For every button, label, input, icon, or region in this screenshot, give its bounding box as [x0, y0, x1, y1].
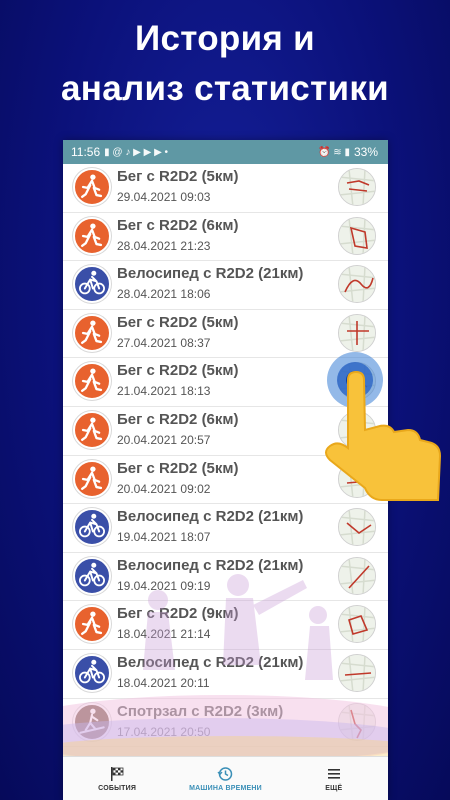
route-map-thumbnail[interactable] [338, 168, 376, 206]
activity-title: Велосипед с R2D2 (21км) [117, 508, 304, 526]
list-item[interactable]: Велосипед с R2D2 (21км) 19.04.2021 18:07 [63, 504, 388, 553]
status-time: 11:56 [71, 145, 101, 159]
running-icon [73, 168, 111, 206]
cycling-icon [73, 508, 111, 547]
status-bar: 11:56 ▮ @ ♪ ▶ ▶ ▶ • ⏰ ≋ ▮ 33% [63, 140, 388, 164]
running-icon [73, 362, 111, 401]
activity-title: Велосипед с R2D2 (21км) [117, 556, 304, 574]
running-icon [73, 216, 111, 255]
route-map-thumbnail[interactable] [338, 605, 376, 644]
promo-headline: История и анализ статистики [0, 14, 450, 114]
activity-title: Бег с R2D2 (9км) [117, 605, 239, 623]
list-item[interactable]: Бег с R2D2 (5км) 29.04.2021 09:03 [63, 164, 388, 213]
list-item[interactable]: Спотрзал с R2D2 (3км) 17.04.2021 20:50 [63, 699, 388, 748]
activity-title: Спотрзал с R2D2 (3км) [117, 702, 284, 720]
tab-time-machine[interactable]: МАШИНА ВРЕМЕНИ [175, 766, 275, 792]
activity-title: Бег с R2D2 (6км) [117, 216, 239, 234]
list-item[interactable]: Велосипед с R2D2 (21км) 28.04.2021 18:06 [63, 261, 388, 310]
activity-date: 21.04.2021 18:13 [117, 384, 211, 399]
list-item[interactable]: Бег с R2D2 (9км) 18.04.2021 21:14 [63, 601, 388, 650]
running-icon [73, 605, 111, 644]
route-map-thumbnail[interactable] [338, 313, 376, 352]
system-icons: ⏰ ≋ ▮ [318, 146, 350, 158]
activity-date: 18.04.2021 21:14 [117, 627, 211, 642]
running-icon [73, 459, 111, 498]
cycling-icon [73, 265, 111, 304]
activity-date: 18.04.2021 20:11 [117, 675, 210, 690]
activity-date: 19.04.2021 18:07 [117, 530, 211, 545]
list-item[interactable]: Бег с R2D2 (6км) 28.04.2021 21:23 [63, 213, 388, 262]
activity-date: 27.04.2021 08:37 [117, 335, 211, 350]
list-item[interactable]: Велосипед с R2D2 (21км) 19.04.2021 09:19 [63, 553, 388, 602]
list-item[interactable]: Велосипед с R2D2 (21км) 18.04.2021 20:11 [63, 650, 388, 699]
tab-time-machine-label: МАШИНА ВРЕМЕНИ [189, 784, 262, 792]
headline-line-1: История и [135, 19, 315, 58]
route-map-thumbnail[interactable] [338, 653, 376, 692]
route-map-thumbnail[interactable] [338, 702, 376, 741]
activity-title: Велосипед с R2D2 (21км) [117, 653, 304, 671]
activity-date: 20.04.2021 20:57 [117, 432, 211, 447]
route-map-thumbnail[interactable] [338, 216, 376, 255]
headline-line-2: анализ статистики [61, 69, 389, 108]
checkered-flag-icon [111, 766, 124, 781]
running-icon [73, 313, 111, 352]
tab-events[interactable]: СОБЫТИЯ [67, 766, 167, 792]
running-icon [73, 410, 111, 449]
tab-more[interactable]: ЕЩЁ [284, 766, 384, 792]
activity-title: Бег с R2D2 (5км) [117, 168, 239, 185]
activity-date: 28.04.2021 18:06 [117, 287, 211, 302]
tap-hand-illustration [325, 352, 442, 501]
activity-title: Велосипед с R2D2 (21км) [117, 265, 304, 283]
cycling-icon [73, 653, 111, 692]
activity-title: Бег с R2D2 (5км) [117, 362, 239, 380]
route-map-thumbnail[interactable] [338, 265, 376, 304]
activity-date: 28.04.2021 21:23 [117, 238, 211, 253]
tab-events-label: СОБЫТИЯ [98, 784, 137, 792]
bottom-nav: СОБЫТИЯ МАШИНА ВРЕМЕНИ ЕЩЁ [63, 756, 388, 800]
route-map-thumbnail[interactable] [338, 508, 376, 547]
route-map-thumbnail[interactable] [338, 556, 376, 595]
activity-date: 29.04.2021 09:03 [117, 190, 211, 204]
activity-date: 17.04.2021 20:50 [117, 724, 211, 739]
activity-date: 20.04.2021 09:02 [117, 481, 211, 496]
battery-percent: 33% [353, 145, 378, 159]
activity-date: 19.04.2021 09:19 [117, 578, 211, 593]
cycling-icon [73, 556, 111, 595]
activity-title: Бег с R2D2 (5км) [117, 459, 239, 477]
activity-title: Бег с R2D2 (5км) [117, 313, 239, 331]
menu-icon [327, 768, 340, 779]
tab-more-label: ЕЩЁ [325, 784, 343, 792]
activity-title: Бег с R2D2 (6км) [117, 410, 239, 428]
notification-icons: ▮ @ ♪ ▶ ▶ ▶ • [104, 146, 169, 158]
treadmill-icon [73, 702, 111, 741]
history-clock-icon [217, 766, 233, 781]
